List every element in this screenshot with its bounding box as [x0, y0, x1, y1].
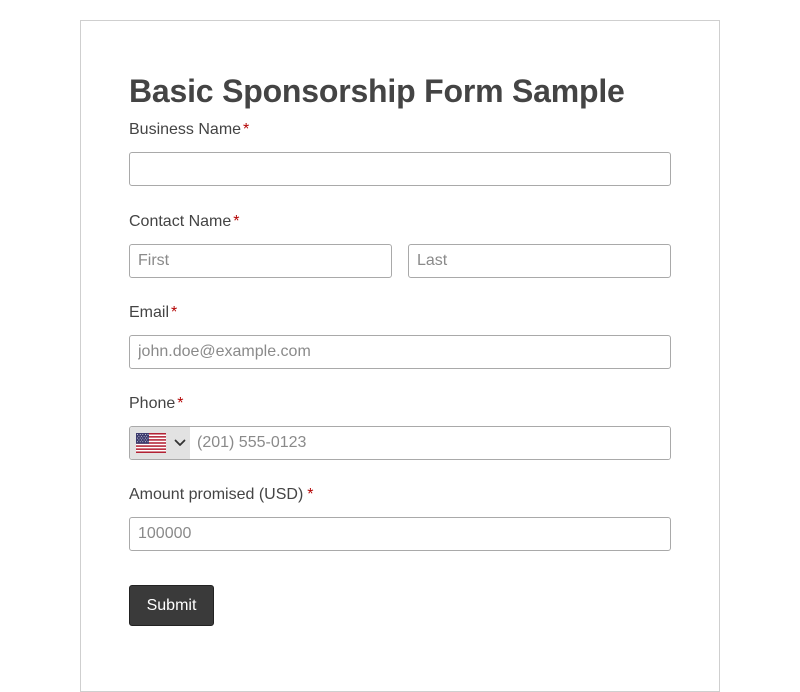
email-input[interactable]: [129, 335, 671, 369]
required-star: *: [177, 395, 184, 412]
business-name-field: Business Name *: [129, 120, 671, 186]
phone-input[interactable]: [190, 427, 670, 459]
contact-name-label-text: Contact Name: [129, 213, 232, 230]
us-flag-icon: [136, 433, 166, 453]
business-name-input[interactable]: [129, 152, 671, 186]
chevron-down-icon: [174, 439, 186, 446]
last-name-input[interactable]: [408, 244, 671, 278]
amount-field: Amount promised (USD) *: [129, 485, 671, 551]
submit-button[interactable]: Submit: [129, 585, 214, 626]
contact-name-row: [129, 244, 671, 278]
required-star: *: [171, 304, 178, 321]
business-name-label: Business Name *: [129, 120, 671, 140]
contact-name-field: Contact Name *: [129, 212, 671, 278]
phone-input-group: [129, 426, 671, 460]
phone-label-text: Phone: [129, 395, 176, 412]
business-name-label-text: Business Name: [129, 121, 242, 138]
required-star: *: [307, 486, 314, 503]
email-label-text: Email: [129, 304, 170, 321]
country-code-select[interactable]: [130, 427, 190, 459]
required-star: *: [243, 121, 250, 138]
form-container: Basic Sponsorship Form Sample Business N…: [129, 71, 671, 626]
phone-label: Phone *: [129, 394, 671, 414]
required-star: *: [233, 213, 240, 230]
amount-input[interactable]: [129, 517, 671, 551]
submit-row: Submit: [129, 585, 671, 626]
amount-label-text: Amount promised (USD): [129, 486, 304, 503]
email-field: Email *: [129, 303, 671, 369]
phone-field: Phone *: [129, 394, 671, 460]
email-label: Email *: [129, 303, 671, 323]
form-title: Basic Sponsorship Form Sample: [129, 73, 625, 109]
form-card: Basic Sponsorship Form Sample Business N…: [80, 20, 720, 692]
contact-name-label: Contact Name *: [129, 212, 671, 232]
first-name-input[interactable]: [129, 244, 392, 278]
amount-label: Amount promised (USD) *: [129, 485, 671, 505]
